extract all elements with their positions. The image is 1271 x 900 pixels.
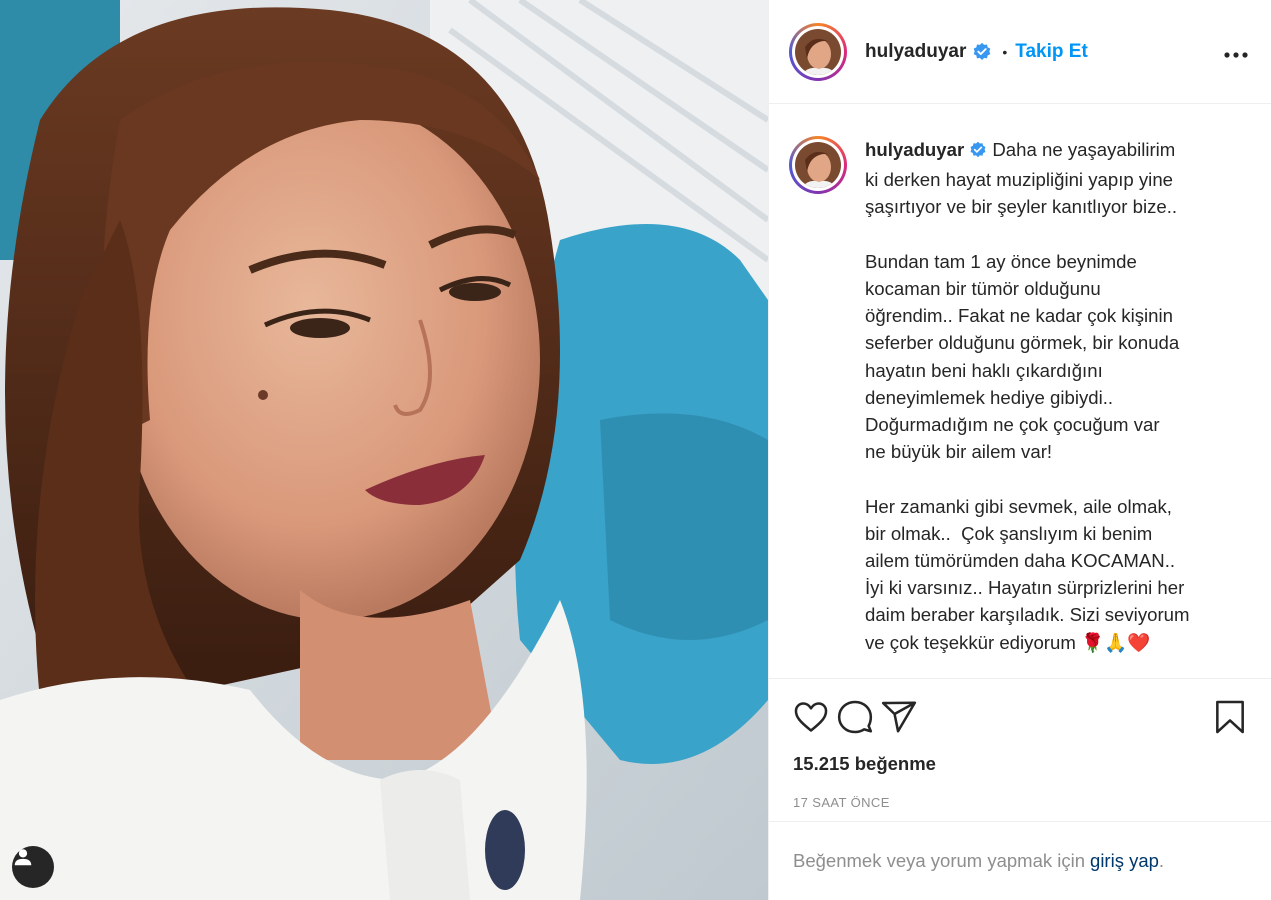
save-button[interactable] [1210, 697, 1250, 737]
more-icon [1224, 51, 1248, 58]
separator-dot: • [1002, 43, 1008, 60]
avatar-image [795, 142, 841, 188]
share-button[interactable] [879, 697, 919, 737]
caption-username[interactable]: hulyaduyar [865, 139, 964, 160]
follow-button[interactable]: Takip Et [1015, 41, 1088, 63]
caption-section: hulyaduyar Daha ne yaşayabilirim ki derk… [769, 104, 1271, 678]
avatar-image [795, 28, 841, 75]
avatar[interactable] [789, 22, 847, 81]
caption-avatar[interactable] [789, 136, 847, 194]
login-link[interactable]: giriş yap [1090, 850, 1159, 872]
post-photo[interactable] [0, 0, 768, 900]
more-options-button[interactable] [1223, 38, 1249, 66]
share-icon [881, 701, 917, 733]
comment-button[interactable] [835, 697, 875, 737]
verified-badge-icon [969, 139, 987, 166]
post-side-panel: hulyaduyar • Takip Et hulyaduyar Daha ne… [768, 0, 1271, 900]
post-timestamp[interactable]: 17 SAAT ÖNCE [769, 795, 1271, 810]
actions-section: 15.215 beğenme 17 SAAT ÖNCE [769, 678, 1271, 821]
post-header: hulyaduyar • Takip Et [769, 0, 1271, 104]
caption-body: Daha ne yaşayabilirim ki derken hayat mu… [865, 139, 1190, 653]
likes-count[interactable]: 15.215 beğenme [769, 753, 1271, 775]
login-prompt-text: Beğenmek veya yorum yapmak için [793, 850, 1086, 871]
instagram-post: hulyaduyar • Takip Et hulyaduyar Daha ne… [0, 0, 1271, 900]
like-button[interactable] [791, 697, 831, 737]
login-prompt-suffix: . [1158, 850, 1165, 871]
user-icon [14, 849, 32, 866]
comment-icon [837, 700, 873, 734]
bookmark-icon [1216, 700, 1244, 734]
verified-badge-icon [972, 42, 992, 62]
login-prompt: Beğenmek veya yorum yapmak için giriş ya… [769, 821, 1271, 900]
caption-text: hulyaduyar Daha ne yaşayabilirim ki derk… [865, 136, 1230, 656]
heart-icon [794, 702, 828, 732]
tagged-user-button[interactable] [12, 846, 54, 888]
username-link[interactable]: hulyaduyar [865, 41, 966, 63]
selfie-image [0, 0, 768, 900]
